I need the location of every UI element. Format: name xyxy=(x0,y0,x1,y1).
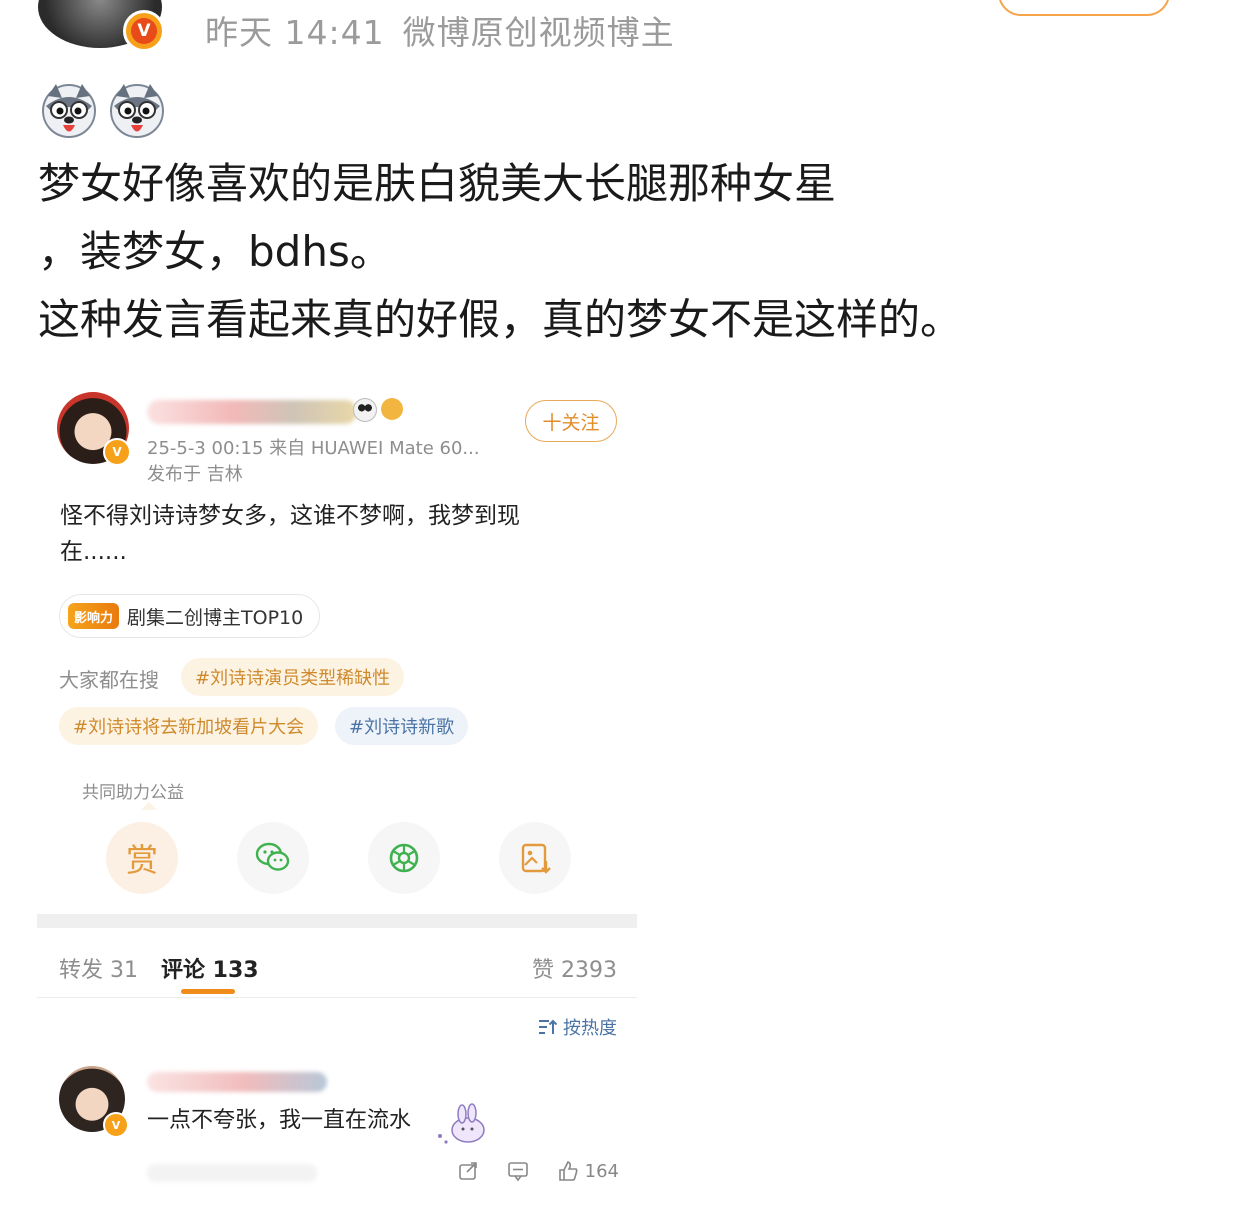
section-divider xyxy=(37,914,637,928)
blurred-commenter-name xyxy=(147,1072,327,1092)
username-decorations xyxy=(353,398,403,422)
reward-label: 赏 xyxy=(125,841,158,879)
embedded-post-text: 怪不得刘诗诗梦女多，这谁不梦啊，我梦到现在...... xyxy=(60,503,520,565)
reward-button: 赏 xyxy=(106,822,178,894)
blurred-comment-meta xyxy=(147,1164,317,1182)
post-text-line: 梦女好像喜欢的是肤白貌美大长腿那种女星 xyxy=(38,159,837,208)
tab-divider xyxy=(37,997,637,998)
trending-tag: #刘诗诗将去新加坡看片大会 xyxy=(59,707,319,745)
post-meta: 昨天 14:41 微博原创视频博主 xyxy=(205,6,675,54)
comment-actions: 164 xyxy=(457,1160,619,1182)
sort-icon xyxy=(539,1019,557,1034)
share-icon xyxy=(458,1162,477,1180)
post-text-line: 这种发言看起来真的好假，真的梦女不是这样的。 xyxy=(38,295,963,344)
trending-label: 大家都在搜 xyxy=(59,668,159,692)
blurred-username xyxy=(147,400,357,424)
like-count: 164 xyxy=(584,1160,619,1182)
comment-icon xyxy=(507,1162,528,1182)
verified-badge-icon: V xyxy=(103,438,131,466)
fish-icon xyxy=(381,398,403,420)
repost-tab: 转发 31 xyxy=(59,958,138,983)
trending-tag: #刘诗诗演员类型稀缺性 xyxy=(181,658,405,696)
husky-emoji-icon xyxy=(108,82,166,138)
panda-icon xyxy=(353,398,377,422)
influence-badge: 影响力 剧集二创博主TOP10 xyxy=(59,594,321,638)
post-text-line: ，装梦女，bdhs。 xyxy=(38,227,392,276)
moments-share-icon xyxy=(368,822,440,894)
influence-logo: 影响力 xyxy=(68,603,120,629)
sort-label: 按热度 xyxy=(563,1018,617,1039)
active-tab-indicator xyxy=(181,989,235,994)
comment-text: 一点不夸张，我一直在流水 xyxy=(147,1108,412,1133)
sort-control: 按热度 xyxy=(537,1014,617,1040)
trending-tag: #刘诗诗新歌 xyxy=(335,707,469,745)
bunny-sticker-icon xyxy=(438,1103,485,1144)
like-tab: 赞 2393 xyxy=(532,958,617,983)
comment-tab: 评论 133 xyxy=(161,958,259,983)
husky-emoji-icon xyxy=(40,82,98,138)
follow-button[interactable] xyxy=(998,0,1170,16)
thumbs-up-icon xyxy=(558,1161,578,1181)
post-text: 梦女好像喜欢的是肤白貌美大长腿那种女星 ，装梦女，bdhs。 这种发言看起来真的… xyxy=(38,150,962,354)
embedded-screenshot[interactable]: V 25-5-3 00:15 来自 HUAWEI Mate 60... 发布于 … xyxy=(37,382,637,1192)
influence-label: 剧集二创博主TOP10 xyxy=(127,606,304,629)
embedded-location: 发布于 吉林 xyxy=(147,464,243,485)
verified-badge-icon: V xyxy=(123,10,165,52)
save-image-icon xyxy=(499,822,571,894)
post-source: 微博原创视频博主 xyxy=(402,13,675,52)
wechat-share-icon xyxy=(237,822,309,894)
embedded-meta: 25-5-3 00:15 来自 HUAWEI Mate 60... xyxy=(147,438,480,459)
charity-pointer xyxy=(141,802,157,810)
embedded-follow-button: 十关注 xyxy=(525,400,617,442)
post-time: 昨天 14:41 xyxy=(205,13,385,52)
charity-label: 共同助力公益 xyxy=(82,783,184,803)
verified-badge-icon: V xyxy=(103,1112,129,1138)
emoji-row xyxy=(40,82,166,138)
